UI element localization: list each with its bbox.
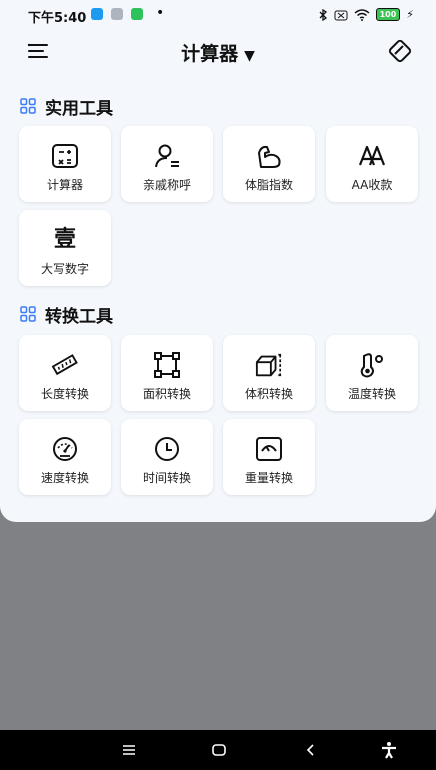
section-title-text: 实用工具 xyxy=(45,98,113,119)
notification-message-icon xyxy=(131,8,143,20)
menu-icon[interactable] xyxy=(119,740,139,760)
page-title[interactable]: 计算器 ▼ xyxy=(0,39,436,66)
tool-weight-conversion[interactable]: 重量转换 xyxy=(223,419,315,495)
tool-length-conversion[interactable]: 长度转换 xyxy=(19,335,111,411)
notification-more-icon: • xyxy=(156,5,165,21)
tool-time-conversion[interactable]: 时间转换 xyxy=(121,419,213,495)
tool-label: 大写数字 xyxy=(40,262,89,276)
accessibility-icon[interactable] xyxy=(379,740,399,760)
theme-switch-icon[interactable] xyxy=(386,37,414,65)
tool-label: 体脂指数 xyxy=(244,178,293,192)
home-icon[interactable] xyxy=(209,740,229,760)
tool-label: 亲戚称呼 xyxy=(142,178,191,192)
aa-icon xyxy=(358,142,386,170)
tool-label: 温度转换 xyxy=(347,387,396,401)
calculator-icon xyxy=(51,142,79,170)
scale-icon xyxy=(255,435,283,463)
tool-label: 速度转换 xyxy=(40,471,89,485)
system-nav-bar xyxy=(0,730,436,770)
notification-app-icon xyxy=(91,8,103,20)
section-conversion-tools: 转换工具 xyxy=(20,304,113,327)
tool-label: 计算器 xyxy=(46,178,83,192)
back-icon[interactable] xyxy=(301,740,321,760)
tool-label: 重量转换 xyxy=(244,471,293,485)
status-bar: 下午5:40 • 100 ⚡ xyxy=(0,0,436,30)
tool-aa-split[interactable]: AA收款 xyxy=(326,126,418,202)
page-title-text: 计算器 xyxy=(181,43,239,65)
tool-label: 体积转换 xyxy=(244,387,293,401)
tool-bmi[interactable]: 体脂指数 xyxy=(223,126,315,202)
tool-relative-title[interactable]: 亲戚称呼 xyxy=(121,126,213,202)
wifi-icon xyxy=(354,8,370,21)
speedometer-icon xyxy=(51,435,79,463)
tool-calculator[interactable]: 计算器 xyxy=(19,126,111,202)
tool-area-conversion[interactable]: 面积转换 xyxy=(121,335,213,411)
tool-temperature-conversion[interactable]: 温度转换 xyxy=(326,335,418,411)
clock-icon xyxy=(153,435,181,463)
tool-label: 时间转换 xyxy=(142,471,191,485)
battery-indicator: 100 xyxy=(375,8,401,21)
person-icon xyxy=(153,142,181,170)
bluetooth-icon xyxy=(319,8,327,21)
grid-icon xyxy=(20,98,36,114)
grid-icon xyxy=(20,306,36,322)
thermometer-icon xyxy=(358,351,386,379)
tool-label: 长度转换 xyxy=(40,387,89,401)
tool-uppercase-number[interactable]: 壹 大写数字 xyxy=(19,210,111,286)
area-icon xyxy=(153,351,181,379)
uppercase-number-icon: 壹 xyxy=(51,226,79,254)
uppercase-glyph: 壹 xyxy=(53,227,76,252)
flex-arm-icon xyxy=(255,142,283,170)
ruler-icon xyxy=(51,351,79,379)
status-time: 下午5:40 xyxy=(28,11,87,26)
cube-icon xyxy=(255,351,283,379)
section-title-text: 转换工具 xyxy=(45,306,113,327)
section-practical-tools: 实用工具 xyxy=(20,96,113,119)
tool-speed-conversion[interactable]: 速度转换 xyxy=(19,419,111,495)
tool-label: 面积转换 xyxy=(142,387,191,401)
notification-gallery-icon xyxy=(111,8,123,20)
tool-label: AA收款 xyxy=(351,178,393,192)
status-right: 100 ⚡ xyxy=(318,8,414,21)
chevron-down-icon: ▼ xyxy=(244,48,255,64)
app-header: 计算器 ▼ xyxy=(0,36,436,66)
charging-icon: ⚡ xyxy=(406,8,414,21)
sim-off-icon xyxy=(334,10,348,20)
tool-volume-conversion[interactable]: 体积转换 xyxy=(223,335,315,411)
